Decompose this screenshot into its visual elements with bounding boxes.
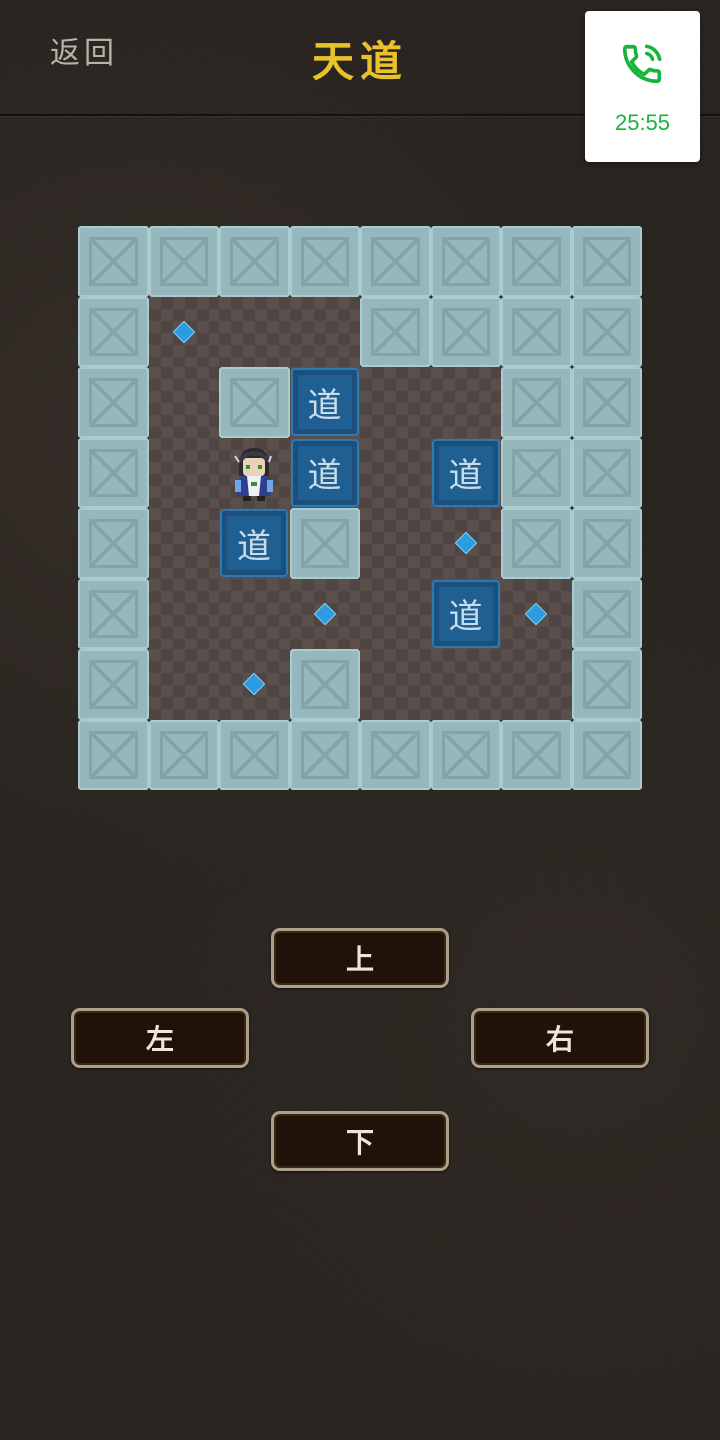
floor-tile xyxy=(148,437,219,508)
game-board: 道道道道道 xyxy=(78,226,642,790)
floor-tile xyxy=(219,296,290,367)
wall-tile xyxy=(289,508,360,579)
wall-tile xyxy=(571,508,642,579)
wall-tile xyxy=(360,296,431,367)
box-cell: 道 xyxy=(289,437,360,508)
wall-tile xyxy=(501,226,572,297)
down-button[interactable]: 下 xyxy=(271,1111,449,1171)
wall-tile xyxy=(78,226,149,297)
wall-tile xyxy=(78,578,149,649)
floor-tile xyxy=(360,578,431,649)
box-cell: 道 xyxy=(219,508,290,579)
wall-tile xyxy=(360,719,431,790)
wall-tile xyxy=(289,649,360,720)
target-diamond-icon xyxy=(242,672,266,696)
wall-tile xyxy=(360,226,431,297)
floor-tile xyxy=(148,508,219,579)
wall-tile xyxy=(430,226,501,297)
floor-tile xyxy=(360,508,431,579)
wall-tile xyxy=(430,296,501,367)
left-button[interactable]: 左 xyxy=(71,1008,249,1068)
floor-tile xyxy=(360,367,431,438)
wall-tile xyxy=(78,367,149,438)
wall-tile xyxy=(78,437,149,508)
wall-tile xyxy=(78,508,149,579)
right-button[interactable]: 右 xyxy=(471,1008,649,1068)
wall-tile xyxy=(571,367,642,438)
wall-tile xyxy=(289,719,360,790)
floor-tile xyxy=(430,367,501,438)
floor-tile xyxy=(148,296,219,367)
floor-tile xyxy=(148,578,219,649)
floor-tile xyxy=(501,578,572,649)
call-widget[interactable]: 25:55 xyxy=(585,11,700,162)
wall-tile xyxy=(501,508,572,579)
wall-tile xyxy=(571,649,642,720)
floor-tile xyxy=(360,437,431,508)
wall-tile xyxy=(501,719,572,790)
wall-tile xyxy=(148,226,219,297)
wall-tile xyxy=(571,719,642,790)
floor-tile xyxy=(430,649,501,720)
floor-tile xyxy=(219,578,290,649)
phone-icon xyxy=(622,44,662,84)
target-diamond-icon xyxy=(172,320,195,343)
box-cell: 道 xyxy=(430,437,501,508)
box-tile: 道 xyxy=(431,438,500,507)
floor-tile xyxy=(219,437,290,508)
wall-tile xyxy=(501,367,572,438)
call-timer: 25:55 xyxy=(614,110,671,135)
floor-tile xyxy=(430,508,501,579)
box-tile: 道 xyxy=(431,579,500,648)
floor-tile xyxy=(501,649,572,720)
box-cell: 道 xyxy=(430,578,501,649)
up-button[interactable]: 上 xyxy=(271,928,449,988)
wall-tile xyxy=(501,296,572,367)
floor-tile xyxy=(219,649,290,720)
target-diamond-icon xyxy=(454,531,477,555)
floor-tile xyxy=(360,649,431,720)
floor-tile xyxy=(148,649,219,720)
wall-tile xyxy=(501,437,572,508)
box-tile: 道 xyxy=(290,438,359,507)
wall-tile xyxy=(571,437,642,508)
wall-tile xyxy=(571,296,642,367)
wall-tile xyxy=(571,578,642,649)
target-diamond-icon xyxy=(313,602,336,625)
wall-tile xyxy=(219,226,290,297)
wall-tile xyxy=(219,719,290,790)
floor-tile xyxy=(289,296,360,367)
box-cell: 道 xyxy=(289,367,360,438)
wall-tile xyxy=(78,649,149,720)
wall-tile xyxy=(78,296,149,367)
wall-tile xyxy=(78,719,149,790)
wall-tile xyxy=(571,226,642,297)
wall-tile xyxy=(148,719,219,790)
floor-tile xyxy=(289,578,360,649)
floor-tile xyxy=(148,367,219,438)
wall-tile xyxy=(289,226,360,297)
wall-tile xyxy=(219,367,290,438)
box-tile: 道 xyxy=(220,509,288,577)
box-tile: 道 xyxy=(290,368,359,436)
player-sprite xyxy=(234,447,273,501)
target-diamond-icon xyxy=(524,602,548,625)
wall-tile xyxy=(430,719,501,790)
